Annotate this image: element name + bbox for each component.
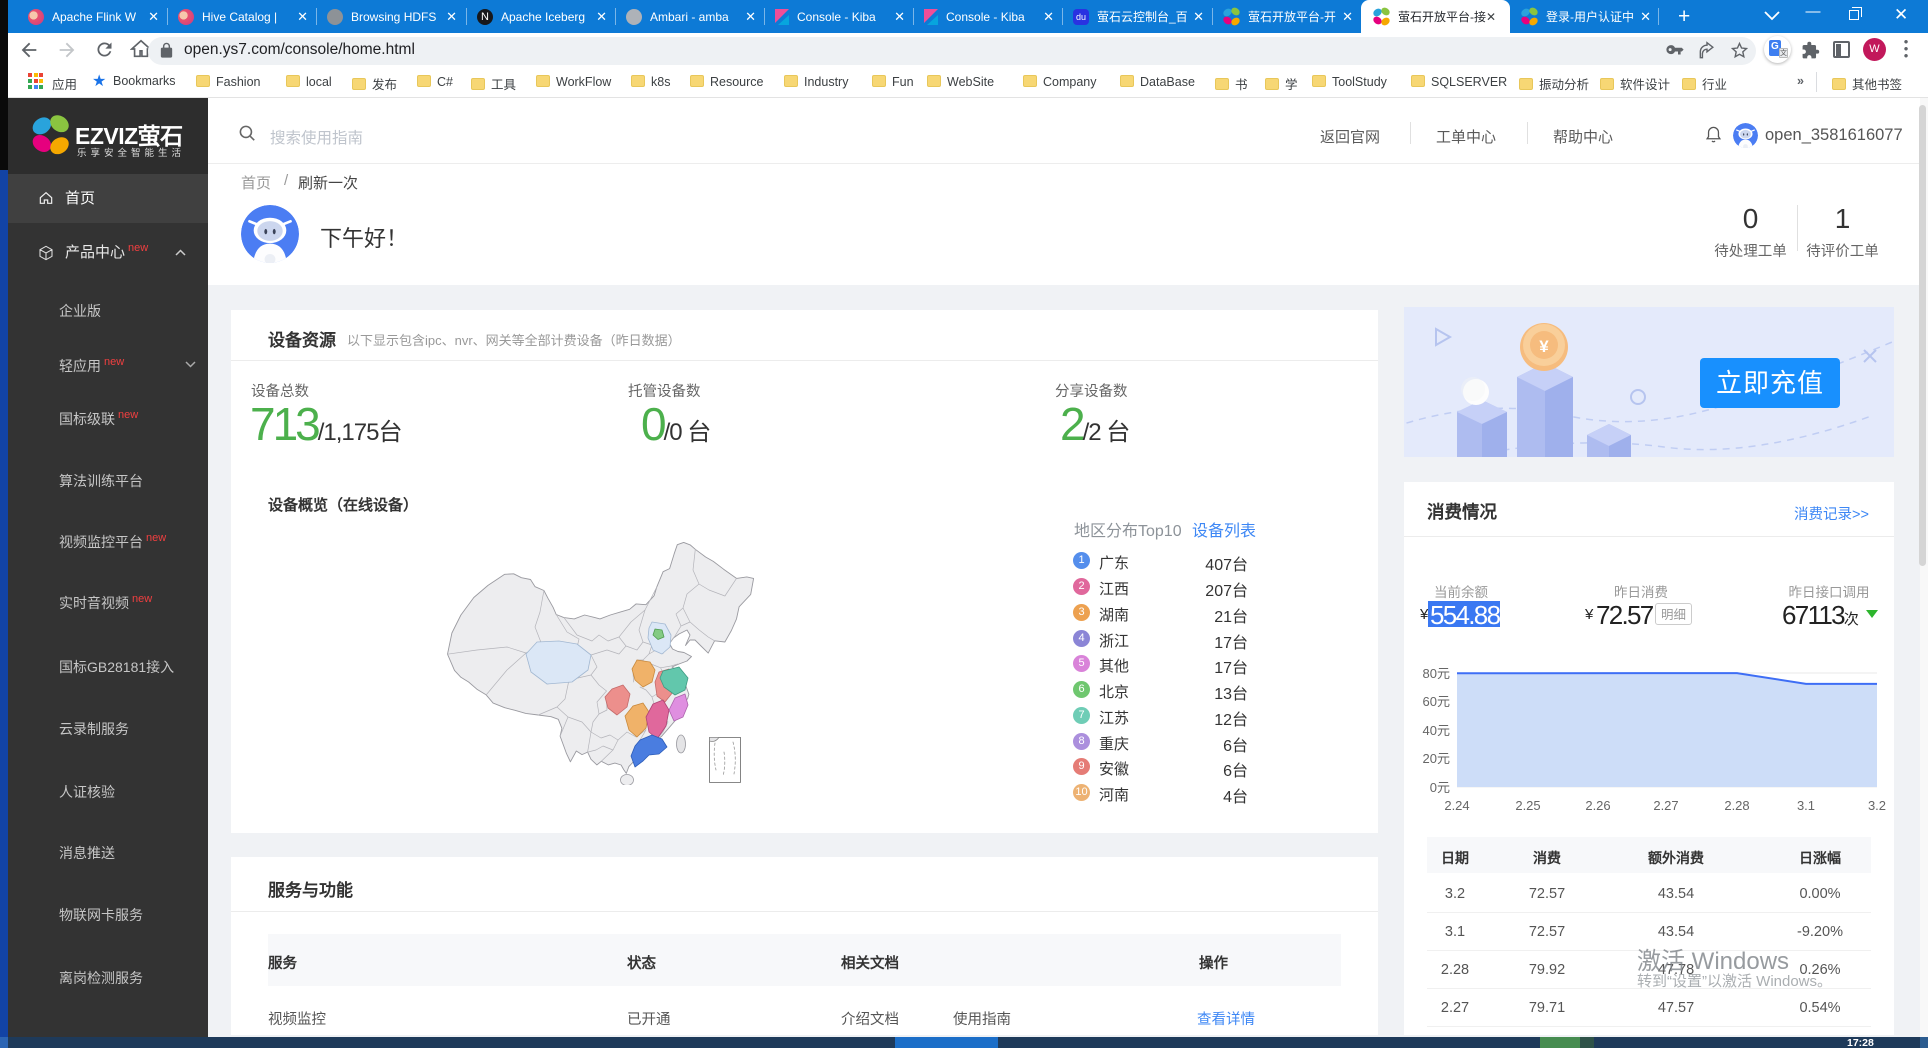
svg-text:60元: 60元 [1423, 694, 1450, 709]
svg-text:2.25: 2.25 [1515, 798, 1540, 813]
svg-text:40元: 40元 [1423, 723, 1450, 738]
svg-text:2.24: 2.24 [1444, 798, 1469, 813]
svg-text:0元: 0元 [1430, 780, 1450, 795]
svg-text:20元: 20元 [1423, 751, 1450, 766]
svg-text:3.1: 3.1 [1797, 798, 1815, 813]
svg-text:2.28: 2.28 [1724, 798, 1749, 813]
svg-text:2.27: 2.27 [1653, 798, 1678, 813]
svg-text:80元: 80元 [1423, 666, 1450, 681]
svg-text:¥: ¥ [1539, 337, 1549, 356]
svg-text:2.26: 2.26 [1585, 798, 1610, 813]
svg-text:3.2: 3.2 [1868, 798, 1886, 813]
